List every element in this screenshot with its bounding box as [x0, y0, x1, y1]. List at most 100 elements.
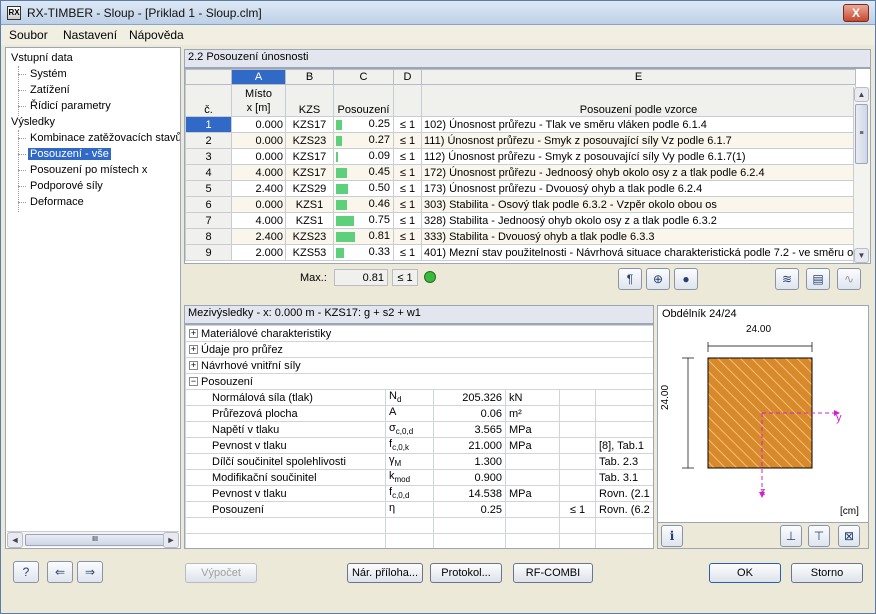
nav-item-vstupni-data[interactable]: Vstupní data — [11, 52, 73, 64]
cell-posouzeni[interactable]: 0.45 — [333, 164, 394, 181]
table-row[interactable]: 4 4.000 KZS17 0.45 ≤ 1 172) Únosnost průřezu … — [185, 164, 856, 181]
results-vertical-scrollbar[interactable]: ▲ ≡ ▼ — [853, 87, 870, 263]
cell-x[interactable]: 0.000 — [231, 132, 286, 149]
cell-posouzeni[interactable]: 0.75 — [333, 212, 394, 229]
row-number[interactable]: 7 — [185, 212, 232, 229]
section-view-icon[interactable]: ⊥ — [780, 525, 802, 547]
cell-description[interactable]: 172) Únosnost průřezu - Jednoosý ohyb ok… — [421, 164, 856, 181]
cell-kzs[interactable]: KZS29 — [285, 180, 334, 197]
rf-combi-button[interactable]: RF-COMBI — [513, 563, 593, 583]
cell-description[interactable]: 333) Stabilita - Dvouosý ohyb a tlak pod… — [421, 228, 856, 245]
cell-description[interactable]: 111) Únosnost průřezu - Smyk z posouvají… — [421, 132, 856, 149]
close-button[interactable]: X — [843, 4, 869, 22]
table-row[interactable]: 3 0.000 KZS17 0.09 ≤ 1 112) Únosnost průřezu … — [185, 148, 856, 165]
export-icon[interactable]: ⇒ — [77, 561, 103, 583]
cell-description[interactable]: 102) Únosnost průřezu - Tlak ve směru vl… — [421, 116, 856, 133]
nav-item-zatizeni[interactable]: Zatížení — [30, 84, 70, 96]
vypocet-button[interactable]: Výpočet — [185, 563, 257, 583]
row-number[interactable]: 5 — [185, 180, 232, 197]
cell-posouzeni[interactable]: 0.81 — [333, 228, 394, 245]
cell-x[interactable]: 2.400 — [231, 228, 286, 245]
expand-icon[interactable]: + — [189, 329, 198, 339]
row-number[interactable]: 9 — [185, 244, 232, 261]
nav-item-posouzeni-po-mistech[interactable]: Posouzení po místech x — [30, 164, 147, 176]
cell-x[interactable]: 2.400 — [231, 180, 286, 197]
import-icon[interactable]: ⇐ — [47, 561, 73, 583]
cell-x[interactable]: 4.000 — [231, 212, 286, 229]
show-values-icon[interactable]: ≋ — [775, 268, 799, 290]
col-letter-b[interactable]: B — [285, 69, 334, 85]
scroll-left-button[interactable]: ◄ — [7, 532, 23, 548]
filter-icon[interactable]: ¶ — [618, 268, 642, 290]
ok-button[interactable]: OK — [709, 563, 781, 583]
table-row[interactable]: 2 0.000 KZS23 0.27 ≤ 1 111) Únosnost průřezu … — [185, 132, 856, 149]
cell-posouzeni[interactable]: 0.33 — [333, 244, 394, 261]
zoom-icon[interactable]: ⊠ — [838, 525, 860, 547]
cell-kzs[interactable]: KZS17 — [285, 116, 334, 133]
group-row[interactable]: + Návrhové vnitřní síly — [185, 357, 653, 374]
cell-kzs[interactable]: KZS17 — [285, 164, 334, 181]
group-row[interactable]: + Materiálové charakteristiky — [185, 325, 653, 342]
table-row[interactable]: 5 2.400 KZS29 0.50 ≤ 1 173) Únosnost průřezu … — [185, 180, 856, 197]
table-row[interactable]: 7 4.000 KZS1 0.75 ≤ 1 328) Stabilita - Jednoo… — [185, 212, 856, 229]
cell-description[interactable]: 112) Únosnost průřezu - Smyk z posouvají… — [421, 148, 856, 165]
table-row[interactable]: 8 2.400 KZS23 0.81 ≤ 1 333) Stabilita - Dvouo… — [185, 228, 856, 245]
row-number[interactable]: 2 — [185, 132, 232, 149]
table-export-icon[interactable]: ▤ — [806, 268, 830, 290]
cell-posouzeni[interactable]: 0.25 — [333, 116, 394, 133]
menu-soubor[interactable]: Soubor — [9, 28, 48, 42]
collapse-icon[interactable]: − — [189, 377, 198, 387]
axes-icon[interactable]: ⊤ — [808, 525, 830, 547]
scroll-down-button[interactable]: ▼ — [854, 248, 869, 263]
nav-item-posouzeni-vse[interactable]: Posouzení - vše — [28, 148, 111, 160]
group-row[interactable]: − Posouzení — [185, 373, 653, 390]
cell-kzs[interactable]: KZS17 — [285, 148, 334, 165]
nav-horizontal-scrollbar[interactable]: ◄ III ► — [7, 531, 179, 548]
cell-x[interactable]: 0.000 — [231, 148, 286, 165]
cell-kzs[interactable]: KZS23 — [285, 228, 334, 245]
table-row[interactable]: 1 0.000 KZS17 0.25 ≤ 1 102) Únosnost průřezu … — [185, 116, 856, 133]
cell-description[interactable]: 401) Mezní stav použitelnosti - Návrhová… — [421, 244, 856, 261]
cell-kzs[interactable]: KZS1 — [285, 212, 334, 229]
table-row[interactable]: 6 0.000 KZS1 0.46 ≤ 1 303) Stabilita - Osový … — [185, 196, 856, 213]
cell-description[interactable]: 173) Únosnost průřezu - Dvouosý ohyb a t… — [421, 180, 856, 197]
color-scale-icon[interactable]: ● — [674, 268, 698, 290]
cell-x[interactable]: 0.000 — [231, 196, 286, 213]
row-number[interactable]: 6 — [185, 196, 232, 213]
info-icon[interactable]: i — [661, 525, 683, 547]
nav-item-podporove-sily[interactable]: Podporové síly — [30, 180, 103, 192]
cell-x[interactable]: 4.000 — [231, 164, 286, 181]
cell-posouzeni[interactable]: 0.50 — [333, 180, 394, 197]
col-letter-e[interactable]: E — [421, 69, 856, 85]
cell-posouzeni[interactable]: 0.46 — [333, 196, 394, 213]
col-letter-c[interactable]: C — [333, 69, 394, 85]
scroll-right-button[interactable]: ► — [163, 532, 179, 548]
cell-description[interactable]: 303) Stabilita - Osový tlak podle 6.3.2 … — [421, 196, 856, 213]
nav-item-kombinace[interactable]: Kombinace zatěžovacích stavů — [30, 132, 180, 144]
menu-nastaveni[interactable]: Nastavení — [63, 28, 117, 42]
cell-description[interactable]: 328) Stabilita - Jednoosý ohyb okolo osy… — [421, 212, 856, 229]
nav-item-ridici-parametry[interactable]: Řídicí parametry — [30, 100, 111, 112]
storno-button[interactable]: Storno — [791, 563, 863, 583]
cell-kzs[interactable]: KZS53 — [285, 244, 334, 261]
row-number[interactable]: 1 — [185, 116, 232, 133]
cell-posouzeni[interactable]: 0.27 — [333, 132, 394, 149]
scroll-thumb[interactable]: ≡ — [855, 104, 868, 164]
nav-item-deformace[interactable]: Deformace — [30, 196, 84, 208]
cell-kzs[interactable]: KZS23 — [285, 132, 334, 149]
row-number[interactable]: 3 — [185, 148, 232, 165]
nav-item-system[interactable]: Systém — [30, 68, 67, 80]
col-letter-a[interactable]: A — [231, 69, 286, 85]
help-icon[interactable]: ? — [13, 561, 39, 583]
protokol-button[interactable]: Protokol... — [430, 563, 502, 583]
scroll-up-button[interactable]: ▲ — [854, 87, 869, 102]
row-number[interactable]: 8 — [185, 228, 232, 245]
group-row[interactable]: + Údaje pro průřez — [185, 341, 653, 358]
cell-x[interactable]: 2.000 — [231, 244, 286, 261]
nar-priloha-button[interactable]: Nár. příloha... — [347, 563, 423, 583]
expand-icon[interactable]: + — [189, 345, 198, 355]
expand-icon[interactable]: + — [189, 361, 198, 371]
cell-x[interactable]: 0.000 — [231, 116, 286, 133]
cell-posouzeni[interactable]: 0.09 — [333, 148, 394, 165]
scroll-thumb[interactable]: III — [25, 534, 165, 546]
